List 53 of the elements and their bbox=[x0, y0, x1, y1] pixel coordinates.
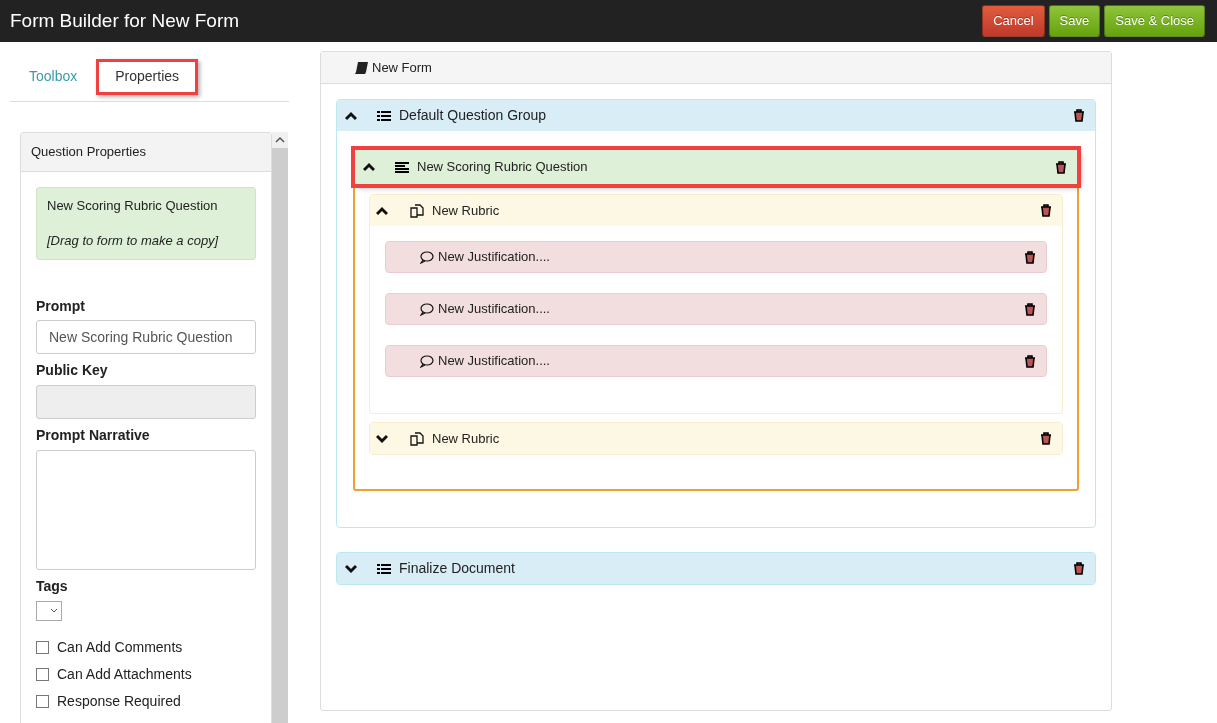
item-title: New Scoring Rubric Question bbox=[47, 196, 219, 215]
trash-icon[interactable] bbox=[1040, 432, 1052, 445]
copy-icon bbox=[410, 203, 424, 218]
collapse-chevron-icon[interactable] bbox=[376, 205, 388, 216]
form-title: New Form bbox=[372, 58, 432, 77]
justification-title: New Justification.... bbox=[438, 352, 551, 371]
scrollbar[interactable] bbox=[272, 132, 288, 723]
group-title: Finalize Document bbox=[399, 559, 516, 578]
speech-bubble-icon bbox=[420, 302, 434, 316]
checkbox[interactable] bbox=[36, 640, 49, 654]
question-title: New Scoring Rubric Question bbox=[417, 158, 589, 177]
window-title: Form Builder for New Form bbox=[10, 8, 240, 33]
checkbox[interactable] bbox=[36, 694, 49, 708]
checkbox-label: Can Add Attachments bbox=[57, 664, 192, 684]
field-label: Tags bbox=[36, 577, 69, 595]
collapse-chevron-icon[interactable] bbox=[363, 162, 375, 172]
field-label: Prompt bbox=[36, 297, 86, 315]
checkbox[interactable] bbox=[36, 667, 49, 681]
tab[interactable]: Properties bbox=[96, 58, 199, 95]
cancel-button[interactable]: Cancel bbox=[982, 5, 1045, 37]
rubric-title: New Rubric bbox=[432, 429, 501, 448]
drag-hint: [Drag to form to make a copy] bbox=[47, 232, 220, 250]
trash-icon[interactable] bbox=[1073, 562, 1085, 575]
speech-bubble-icon bbox=[420, 354, 434, 368]
list-icon bbox=[377, 562, 391, 575]
trash-icon[interactable] bbox=[1024, 354, 1036, 368]
collapse-chevron-icon[interactable] bbox=[345, 110, 357, 121]
trash-icon[interactable] bbox=[1024, 302, 1036, 316]
dropdown-caret-icon bbox=[50, 608, 58, 614]
rubric-title: New Rubric bbox=[432, 201, 501, 220]
trash-icon[interactable] bbox=[1040, 204, 1052, 217]
field-label: Public Key bbox=[36, 362, 109, 380]
trash-icon[interactable] bbox=[1024, 250, 1036, 264]
checkbox-label: Response Required bbox=[57, 691, 181, 711]
justification-title: New Justification.... bbox=[438, 248, 551, 267]
justification-title: New Justification.... bbox=[438, 300, 551, 319]
list-icon bbox=[377, 109, 391, 122]
speech-bubble-icon bbox=[420, 250, 434, 264]
field-label: Prompt Narrative bbox=[36, 427, 151, 444]
copy-icon bbox=[410, 431, 424, 446]
panel-title: Question Properties bbox=[21, 133, 271, 172]
trash-icon[interactable] bbox=[1073, 109, 1085, 122]
trash-icon[interactable] bbox=[1055, 160, 1067, 174]
expand-chevron-icon[interactable] bbox=[376, 433, 388, 444]
group-title: Default Question Group bbox=[399, 106, 548, 125]
justification-row[interactable]: New Justification.... bbox=[385, 293, 1047, 325]
expand-chevron-icon[interactable] bbox=[345, 563, 357, 574]
toolbox-item[interactable]: New Scoring Rubric Question [Drag to form to make a copy] bbox=[36, 186, 256, 260]
justification-row[interactable]: New Justification.... bbox=[385, 241, 1047, 273]
lines-icon bbox=[395, 161, 409, 173]
checkbox-label: Can Add Comments bbox=[57, 637, 183, 657]
input-field[interactable]: New Scoring Rubric Question bbox=[36, 320, 256, 355]
justification-row[interactable]: New Justification.... bbox=[385, 345, 1047, 377]
